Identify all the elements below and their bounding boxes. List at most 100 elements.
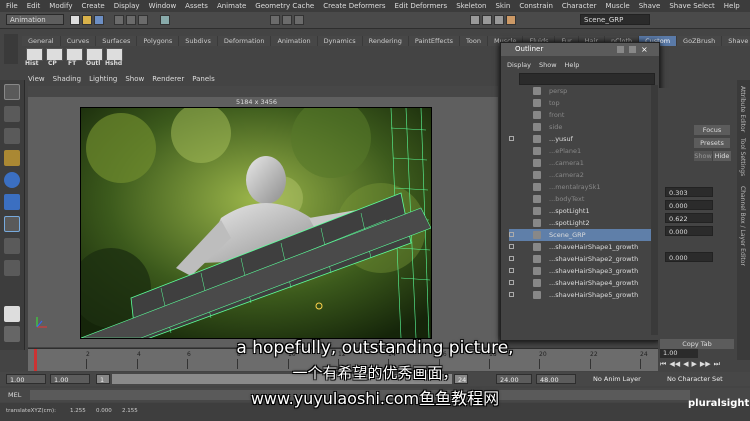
render-settings-icon[interactable]: [494, 15, 504, 25]
shelf-tab-deformation[interactable]: Deformation: [218, 36, 272, 46]
menu-skin[interactable]: Skin: [495, 2, 510, 10]
save-scene-icon[interactable]: [94, 15, 104, 25]
outliner-item[interactable]: ...spotLight2: [509, 217, 654, 229]
panel-menu-lighting[interactable]: Lighting: [89, 75, 117, 85]
maximize-icon[interactable]: [629, 46, 636, 53]
attribute-value-1[interactable]: 0.303: [665, 187, 713, 197]
close-icon[interactable]: ×: [641, 45, 650, 54]
shelf-tab-shave[interactable]: Shave: [722, 36, 750, 46]
rotate-tool-icon[interactable]: [4, 172, 20, 188]
panel-menu-renderer[interactable]: Renderer: [152, 75, 184, 85]
menu-edit-deformers[interactable]: Edit Deformers: [395, 2, 448, 10]
shelf-tab-curves[interactable]: Curves: [61, 36, 97, 46]
menu-constrain[interactable]: Constrain: [519, 2, 553, 10]
shelf-options-icon[interactable]: [4, 34, 18, 64]
attribute-value-5[interactable]: 0.000: [665, 252, 713, 262]
layout-single-icon[interactable]: [4, 306, 20, 322]
panel-menu-show[interactable]: Show: [125, 75, 144, 85]
menu-display[interactable]: Display: [114, 2, 140, 10]
snap-point-icon[interactable]: [294, 15, 304, 25]
outliner-item[interactable]: ...yusuf: [509, 133, 654, 145]
panel-menu-shading[interactable]: Shading: [53, 75, 81, 85]
outliner-titlebar[interactable]: Outliner ×: [501, 43, 659, 56]
menu-modify[interactable]: Modify: [49, 2, 72, 10]
outliner-item[interactable]: ...shaveHairShape4_growth: [509, 277, 654, 289]
lasso-tool-icon[interactable]: [4, 106, 20, 122]
hide-button[interactable]: Hide: [713, 151, 731, 161]
mask-icon[interactable]: [160, 15, 170, 25]
select-hierarchy-icon[interactable]: [114, 15, 124, 25]
outliner-item[interactable]: ...camera2: [509, 169, 654, 181]
attribute-value-4[interactable]: 0.000: [665, 226, 713, 236]
outliner-item[interactable]: persp: [509, 85, 654, 97]
menu-character[interactable]: Character: [562, 2, 597, 10]
open-scene-icon[interactable]: [82, 15, 92, 25]
focus-button[interactable]: Focus: [694, 125, 730, 135]
soft-mod-icon[interactable]: [4, 238, 20, 254]
tab-attribute-editor[interactable]: Attribute Editor: [739, 86, 746, 132]
show-button[interactable]: Show: [694, 151, 712, 161]
shelf-tab-subdivs[interactable]: Subdivs: [179, 36, 218, 46]
panel-menu-view[interactable]: View: [28, 75, 45, 85]
menu-assets[interactable]: Assets: [185, 2, 208, 10]
minimize-icon[interactable]: [617, 46, 624, 53]
outliner-item[interactable]: side: [509, 121, 654, 133]
expand-icon[interactable]: [509, 244, 514, 249]
tab-channel-box[interactable]: Channel Box / Layer Editor: [739, 186, 746, 266]
outliner-item[interactable]: top: [509, 97, 654, 109]
expand-icon[interactable]: [509, 268, 514, 273]
shelf-tab-polygons[interactable]: Polygons: [137, 36, 180, 46]
shelf-tab-gozbrush[interactable]: GoZBrush: [677, 36, 723, 46]
last-tool-icon[interactable]: [4, 260, 20, 276]
shelf-tab-toon[interactable]: Toon: [460, 36, 488, 46]
select-object-icon[interactable]: [126, 15, 136, 25]
outliner-item[interactable]: ...shaveHairShape3_growth: [509, 265, 654, 277]
expand-icon[interactable]: [509, 232, 514, 237]
expand-icon[interactable]: [509, 280, 514, 285]
menu-edit[interactable]: Edit: [27, 2, 41, 10]
snap-grid-icon[interactable]: [270, 15, 280, 25]
outliner-item[interactable]: ...shaveHairShape5_growth: [509, 289, 654, 301]
shelf-tab-animation[interactable]: Animation: [271, 36, 318, 46]
outliner-menu-display[interactable]: Display: [507, 61, 531, 69]
outliner-scrollbar[interactable]: [651, 85, 658, 335]
manipulator-icon[interactable]: [4, 216, 20, 232]
outliner-menu-help[interactable]: Help: [565, 61, 580, 69]
move-tool-icon[interactable]: [4, 150, 20, 166]
menu-muscle[interactable]: Muscle: [605, 2, 629, 10]
expand-icon[interactable]: [509, 256, 514, 261]
shelf-tab-dynamics[interactable]: Dynamics: [318, 36, 363, 46]
expand-icon[interactable]: [509, 136, 514, 141]
paint-select-icon[interactable]: [4, 128, 20, 144]
outliner-item[interactable]: Scene_GRP: [509, 229, 654, 241]
new-scene-icon[interactable]: [70, 15, 80, 25]
scene-name-field[interactable]: Scene_GRP: [580, 14, 650, 25]
menu-set-dropdown[interactable]: Animation: [6, 14, 64, 25]
panel-menu-panels[interactable]: Panels: [192, 75, 215, 85]
menu-create-deformers[interactable]: Create Deformers: [323, 2, 385, 10]
ipr-render-icon[interactable]: [482, 15, 492, 25]
outliner-item[interactable]: ...spotLight1: [509, 205, 654, 217]
attribute-value-2[interactable]: 0.000: [665, 200, 713, 210]
menu-shave[interactable]: Shave: [639, 2, 661, 10]
render-icon[interactable]: [470, 15, 480, 25]
expand-icon[interactable]: [509, 292, 514, 297]
outliner-item[interactable]: ...camera1: [509, 157, 654, 169]
menu-geometry-cache[interactable]: Geometry Cache: [255, 2, 314, 10]
menu-skeleton[interactable]: Skeleton: [456, 2, 486, 10]
attribute-value-3[interactable]: 0.622: [665, 213, 713, 223]
menu-help[interactable]: Help: [724, 2, 740, 10]
outliner-item[interactable]: ...shaveHairShape1_growth: [509, 241, 654, 253]
outliner-item[interactable]: ...mentalraySk1: [509, 181, 654, 193]
outliner-item[interactable]: ...shaveHairShape2_growth: [509, 253, 654, 265]
outliner-item[interactable]: front: [509, 109, 654, 121]
menu-create[interactable]: Create: [81, 2, 104, 10]
tab-tool-settings[interactable]: Tool Settings: [739, 138, 746, 176]
outliner-menu-show[interactable]: Show: [539, 61, 557, 69]
hypershade-icon[interactable]: [506, 15, 516, 25]
select-component-icon[interactable]: [138, 15, 148, 25]
menu-window[interactable]: Window: [149, 2, 177, 10]
presets-button[interactable]: Presets: [694, 138, 730, 148]
shelf-tab-painteffects[interactable]: PaintEffects: [409, 36, 461, 46]
snap-curve-icon[interactable]: [282, 15, 292, 25]
